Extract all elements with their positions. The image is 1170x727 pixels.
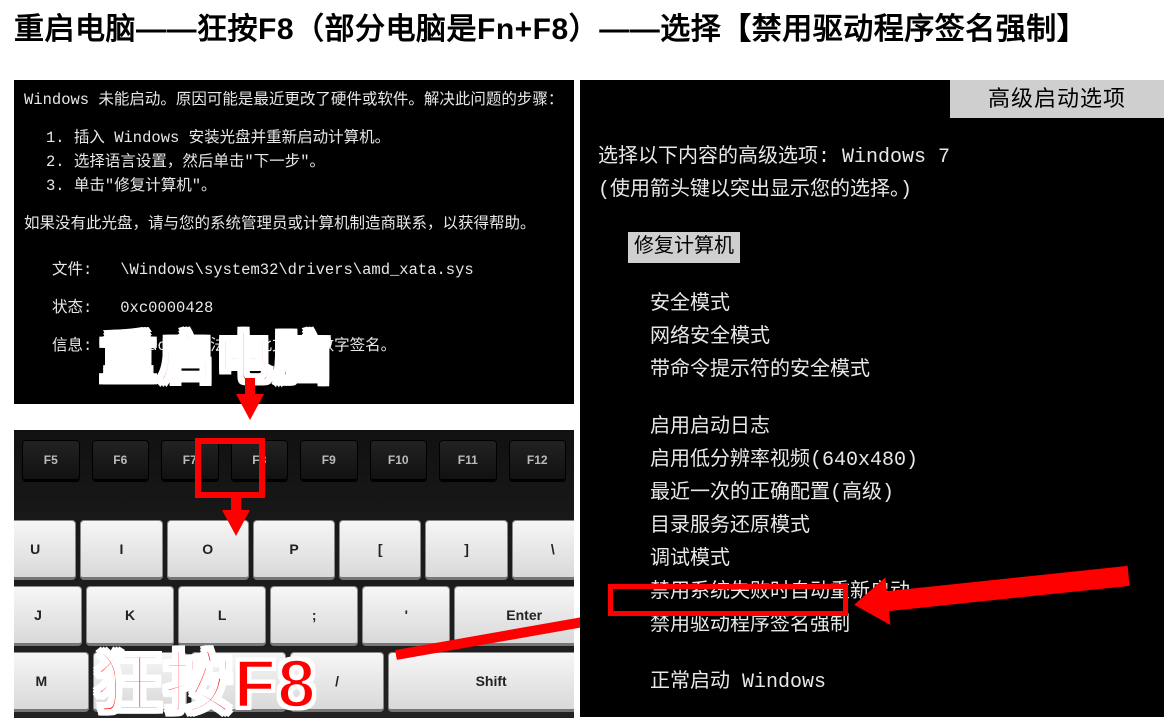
key-f5: F5 xyxy=(22,440,80,482)
boot-error-step2: 2. 选择语言设置，然后单击"下一步"。 xyxy=(24,150,564,174)
key: ] xyxy=(425,520,507,580)
key-shift: Shift xyxy=(388,652,574,712)
boot-error-file: 文件: \Windows\system32\drivers\amd_xata.s… xyxy=(24,258,564,282)
key: \ xyxy=(512,520,574,580)
key-f9: F9 xyxy=(300,440,358,482)
key: M xyxy=(14,652,89,712)
adv-option-ds-restore[interactable]: 目录服务还原模式 xyxy=(598,511,1146,542)
adv-option-boot-logging[interactable]: 启用启动日志 xyxy=(598,412,1146,443)
boot-error-info-label: 信息: xyxy=(52,337,92,355)
key-f11: F11 xyxy=(439,440,497,482)
boot-error-status-label: 状态: xyxy=(52,299,92,317)
boot-error-info-value: Windows 无法验证此文件的数字签名。 xyxy=(120,337,396,355)
adv-option-debug[interactable]: 调试模式 xyxy=(598,544,1146,575)
adv-option-last-known-good[interactable]: 最近一次的正确配置(高级) xyxy=(598,478,1146,509)
adv-option-start-windows-normally[interactable]: 正常启动 Windows xyxy=(598,667,1146,698)
adv-option-repair[interactable]: 修复计算机 xyxy=(598,232,1146,263)
arrow-down-icon xyxy=(236,394,264,420)
windows-boot-error-panel: Windows 未能启动。原因可能是最近更改了硬件或软件。解决此问题的步骤： 1… xyxy=(14,80,574,404)
key-f8: F8 xyxy=(231,440,289,482)
key-f12: F12 xyxy=(509,440,567,482)
headline: 重启电脑——狂按F8（部分电脑是Fn+F8）——选择【禁用驱动程序签名强制】 xyxy=(14,4,1087,48)
key-f7: F7 xyxy=(161,440,219,482)
boot-error-info: 信息: Windows 无法验证此文件的数字签名。 xyxy=(24,334,564,358)
adv-prompt-1: 选择以下内容的高级选项: Windows 7 xyxy=(598,142,1146,173)
boot-error-step3: 3. 单击"修复计算机"。 xyxy=(24,174,564,198)
adv-option-repair-label: 修复计算机 xyxy=(628,232,740,263)
adv-option-safe-mode-cmd[interactable]: 带命令提示符的安全模式 xyxy=(598,355,1146,386)
key: U xyxy=(14,520,76,580)
keyboard-fn-row: F5 F6 F7 F8 F9 F10 F11 F12 xyxy=(14,440,574,490)
adv-prompt-2: (使用箭头键以突出显示您的选择。) xyxy=(598,175,1146,206)
boot-error-step1: 1. 插入 Windows 安装光盘并重新启动计算机。 xyxy=(24,126,564,150)
boot-error-file-label: 文件: xyxy=(52,261,92,279)
arrow-down-icon xyxy=(222,510,250,536)
boot-error-nodisc: 如果没有此光盘，请与您的系统管理员或计算机制造商联系，以获得帮助。 xyxy=(24,212,564,236)
key-f6: F6 xyxy=(92,440,150,482)
boot-error-status-value: 0xc0000428 xyxy=(120,299,213,317)
boot-error-file-value: \Windows\system32\drivers\amd_xata.sys xyxy=(120,261,473,279)
press-f8-label: 狂按F8 xyxy=(94,628,317,727)
adv-option-safe-mode-networking[interactable]: 网络安全模式 xyxy=(598,322,1146,353)
advanced-boot-options-title: 高级启动选项 xyxy=(950,80,1164,118)
key-f10: F10 xyxy=(370,440,428,482)
adv-option-low-res-video[interactable]: 启用低分辨率视频(640x480) xyxy=(598,445,1146,476)
key: ' xyxy=(362,586,450,646)
key: J xyxy=(14,586,82,646)
driver-signature-highlight-box xyxy=(608,584,848,616)
key: P xyxy=(253,520,335,580)
boot-error-status: 状态: 0xc0000428 xyxy=(24,296,564,320)
key: [ xyxy=(339,520,421,580)
boot-error-heading: Windows 未能启动。原因可能是最近更改了硬件或软件。解决此问题的步骤： xyxy=(24,88,564,112)
adv-option-safe-mode[interactable]: 安全模式 xyxy=(598,289,1146,320)
key: I xyxy=(80,520,162,580)
